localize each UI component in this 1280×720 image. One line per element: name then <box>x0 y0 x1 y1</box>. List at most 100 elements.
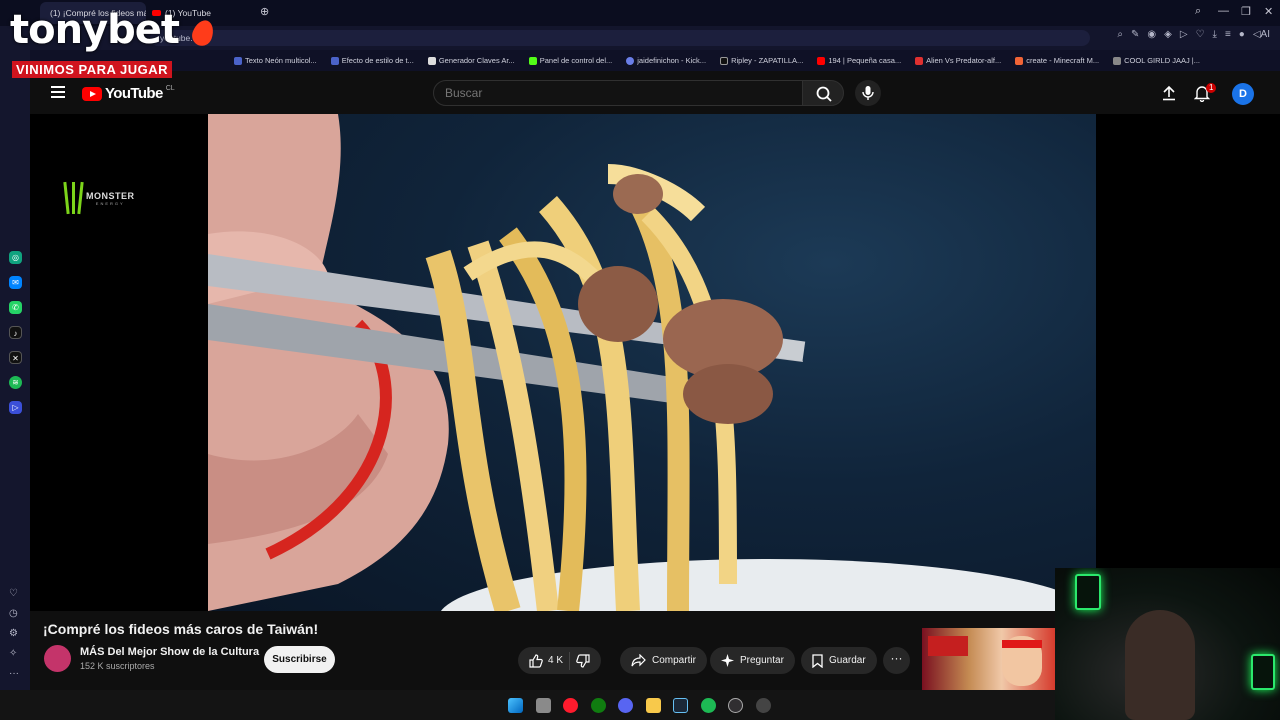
url-field[interactable]: youtube.com/ <box>150 30 1090 46</box>
tonybet-logo: tonybet <box>10 7 180 53</box>
sparkle-icon <box>721 654 734 667</box>
channel-avatar[interactable] <box>44 645 71 672</box>
messenger-icon[interactable]: ✉ <box>9 276 22 289</box>
xbox-icon[interactable] <box>591 698 606 713</box>
spotify-icon[interactable] <box>701 698 716 713</box>
search-button[interactable] <box>802 80 844 106</box>
opera-icon[interactable] <box>563 698 578 713</box>
thumbnail-headband <box>1002 640 1042 648</box>
windows-start-icon[interactable] <box>508 698 523 713</box>
link-icon <box>626 56 635 65</box>
edit-icon[interactable]: ✎ <box>1131 29 1139 40</box>
menu-icon[interactable]: ≡ <box>1225 29 1231 40</box>
bookmark-item[interactable]: Texto Neón multicol... <box>234 56 317 65</box>
steam-icon[interactable] <box>673 698 688 713</box>
chatgpt-icon[interactable]: ◎ <box>9 251 22 264</box>
bookmark-label: Alien Vs Predator-alf... <box>926 56 1002 65</box>
monster-tagline: ENERGY <box>95 200 125 206</box>
history-icon[interactable]: ◷ <box>9 608 18 619</box>
heart-icon[interactable]: ♡ <box>9 588 18 599</box>
voice-search-button[interactable] <box>855 80 881 106</box>
subscribe-button[interactable]: Suscribirse <box>264 646 335 673</box>
close-window-button[interactable]: ✕ <box>1264 5 1273 18</box>
menu-icon[interactable] <box>51 86 65 98</box>
browser-toolbar: ⌕ ✎ ◉ ◈ ▷ ♡ ⤓ ≡ ● ◁AI <box>1117 29 1270 40</box>
bookmark-label: Panel de control del... <box>539 56 613 65</box>
curseforge-icon <box>1015 56 1024 65</box>
youtube-icon <box>817 56 826 65</box>
bookmark-label: Efecto de estilo de t... <box>341 56 414 65</box>
shield-icon[interactable]: ◈ <box>1164 29 1172 40</box>
spotify-icon[interactable]: ≋ <box>9 376 22 389</box>
save-label: Guardar <box>829 655 866 666</box>
new-tab-button[interactable]: ⊕ <box>260 5 269 18</box>
bookmark-item[interactable]: create - Minecraft M... <box>1015 56 1099 65</box>
thumbnail-sign <box>928 636 968 656</box>
share-label: Compartir <box>652 655 696 666</box>
bookmark-icon <box>234 56 242 65</box>
ask-button[interactable]: Preguntar <box>710 647 795 674</box>
youtube-logo[interactable]: YouTube CL <box>82 85 175 102</box>
ripley-icon <box>720 56 729 65</box>
bookmark-item[interactable]: Panel de control del... <box>528 56 613 65</box>
share-icon <box>631 654 646 667</box>
settings-icon[interactable]: ⚙ <box>9 628 18 639</box>
x-icon[interactable]: ✕ <box>9 351 22 364</box>
profile-icon[interactable]: ● <box>1239 29 1245 40</box>
suggested-video-thumbnail[interactable] <box>922 628 1055 690</box>
bookmark-item[interactable]: Alien Vs Predator-alf... <box>915 56 1001 65</box>
channel-name[interactable]: MÁS Del Mejor Show de la Cultura <box>80 646 259 658</box>
more-icon[interactable]: ··· <box>9 668 19 679</box>
bookmark-item[interactable]: Efecto de estilo de t... <box>330 56 414 65</box>
player-icon[interactable]: ▷ <box>9 401 22 414</box>
discord-icon[interactable] <box>618 698 633 713</box>
more-actions-button[interactable]: ··· <box>883 647 910 674</box>
like-button[interactable]: 4 K <box>529 653 564 668</box>
camera-icon[interactable]: ◉ <box>1147 29 1156 40</box>
like-dislike-group: 4 K <box>518 647 602 674</box>
app-icon[interactable] <box>756 698 771 713</box>
task-view-icon[interactable] <box>536 698 551 713</box>
restore-button[interactable]: ❐ <box>1241 5 1251 18</box>
search-input[interactable] <box>434 81 802 105</box>
save-button[interactable]: Guardar <box>801 647 877 674</box>
bookmarks-bar: Texto Neón multicol... Efecto de estilo … <box>30 50 1280 71</box>
bookmark-item[interactable]: jaidefinichon - Kick... <box>626 56 706 65</box>
like-count: 4 K <box>548 655 564 666</box>
share-button[interactable]: Compartir <box>620 647 707 674</box>
play-icon[interactable]: ▷ <box>1180 29 1188 40</box>
dislike-button[interactable] <box>576 653 590 668</box>
obs-icon[interactable] <box>728 698 743 713</box>
video-title: ¡Compré los fideos más caros de Taiwán! <box>43 621 319 637</box>
whatsapp-icon[interactable]: ✆ <box>9 301 22 314</box>
bookmark-label: Generador Claves Ar... <box>438 56 515 65</box>
bookmark-item[interactable]: Ripley - ZAPATILLA... <box>720 56 803 65</box>
search-tabs-icon[interactable]: ⌕ <box>1195 5 1201 18</box>
bookmark-item[interactable]: 194 | Pequeña casa... <box>817 56 901 65</box>
folder-icon[interactable] <box>646 698 661 713</box>
lightbulb-icon[interactable]: ✧ <box>9 648 17 659</box>
download-icon[interactable]: ⤓ <box>1213 29 1217 40</box>
image-icon <box>1113 56 1122 65</box>
address-bar: youtube.com/ ⌕ ✎ ◉ ◈ ▷ ♡ ⤓ ≡ ● ◁AI <box>30 26 1280 50</box>
video-player[interactable] <box>208 114 1096 611</box>
zoom-icon[interactable]: ⌕ <box>1117 29 1123 40</box>
create-button[interactable] <box>1161 85 1177 101</box>
noodles-chopsticks-image <box>208 114 1095 611</box>
heart-icon[interactable]: ♡ <box>1196 29 1205 40</box>
monster-sponsor-logo: MONSTER ENERGY <box>62 181 135 215</box>
document-icon <box>427 56 436 65</box>
windows-taskbar <box>0 690 1055 720</box>
bookmark-item[interactable]: COOL GIRLD JAAJ |... <box>1113 56 1200 65</box>
user-avatar[interactable]: D <box>1232 83 1254 105</box>
bookmark-item[interactable]: Generador Claves Ar... <box>427 56 515 65</box>
bookmark-label: COOL GIRLD JAAJ |... <box>1124 56 1200 65</box>
ai-button[interactable]: ◁AI <box>1253 29 1270 40</box>
thumbs-up-icon <box>529 653 543 668</box>
youtube-header: YouTube CL 1 D <box>30 71 1280 114</box>
bookmark-label: Ripley - ZAPATILLA... <box>731 56 804 65</box>
minimize-button[interactable]: — <box>1218 5 1229 17</box>
youtube-play-icon <box>82 86 102 101</box>
bookmark-icon <box>812 653 823 668</box>
tiktok-icon[interactable]: ♪ <box>9 326 22 339</box>
